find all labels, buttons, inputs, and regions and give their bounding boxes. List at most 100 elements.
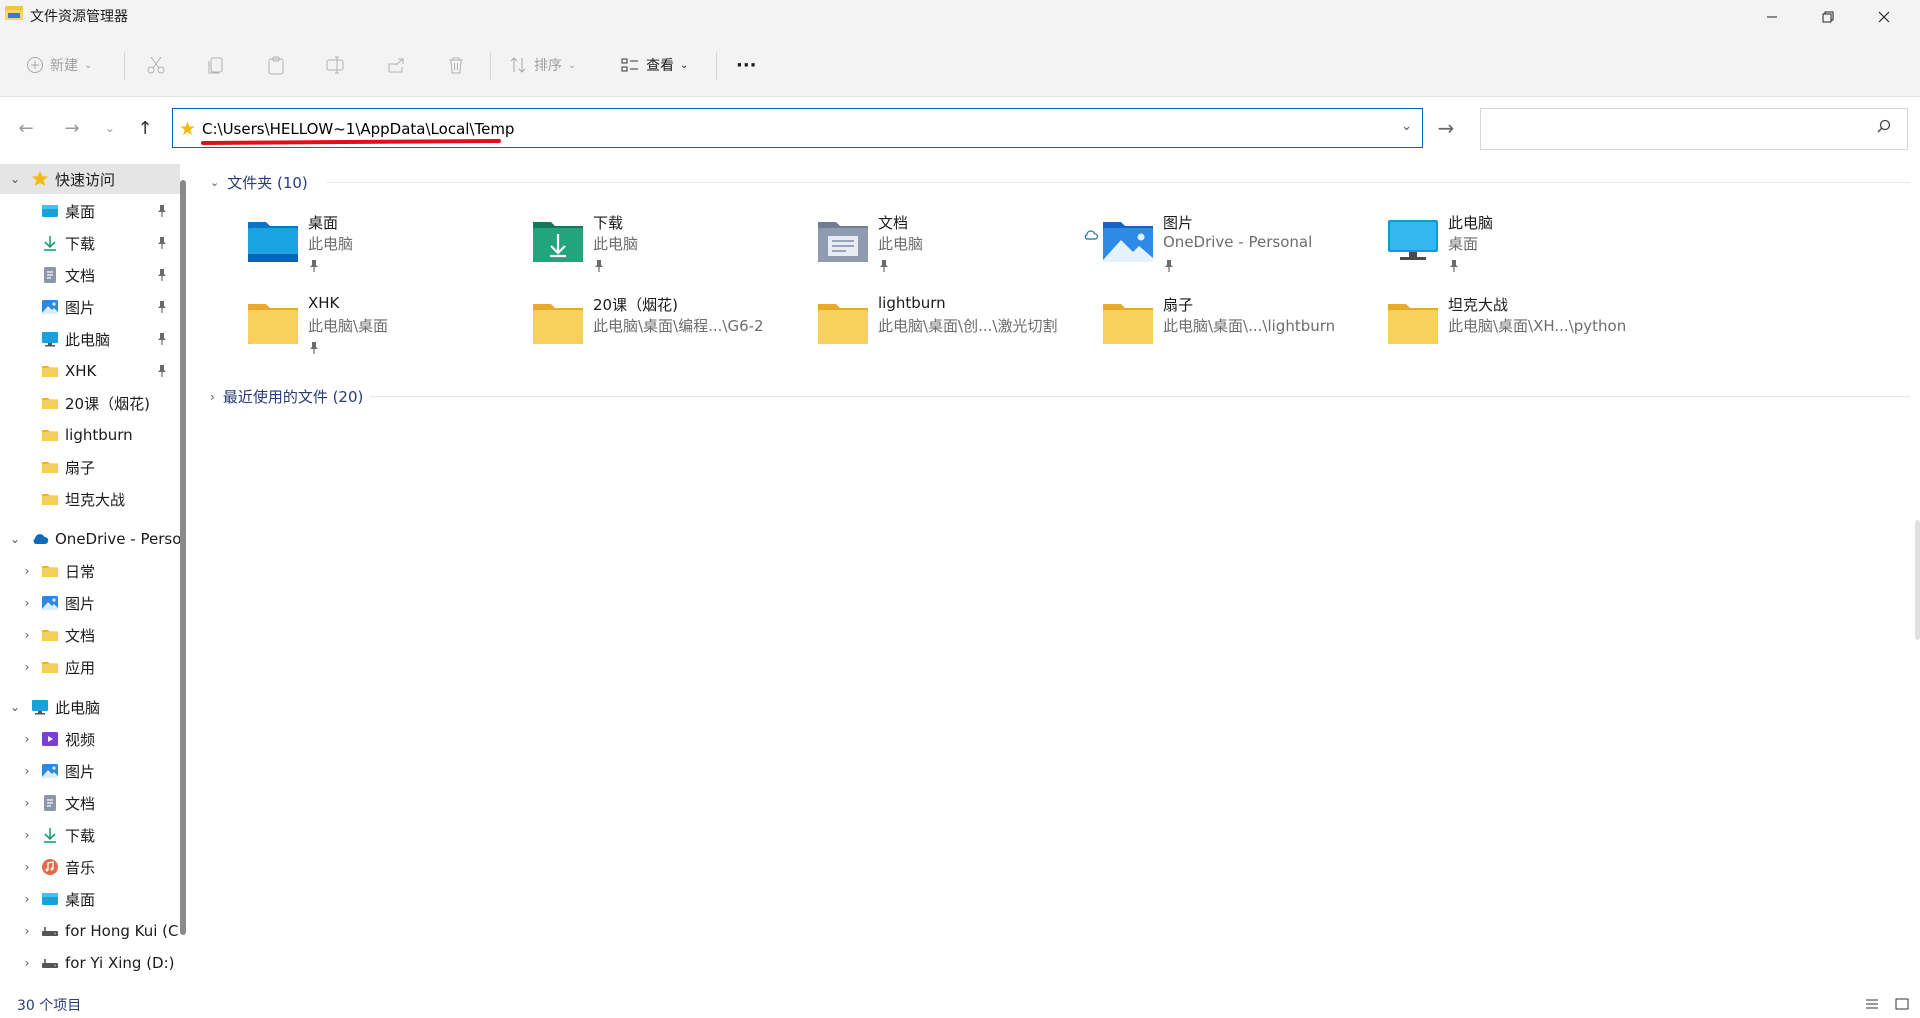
sidebar-item-this-pc[interactable]: › 桌面 [0,884,180,914]
folder-tile[interactable]: XHK 此电脑\桌面 [246,294,526,364]
minimize-button[interactable] [1744,0,1800,34]
back-button[interactable]: ← [12,114,40,142]
group-divider [326,182,1910,183]
sidebar-item-quick-access[interactable]: XHK [0,356,180,386]
minimize-icon [1767,16,1777,18]
sidebar-scrollbar[interactable] [180,180,186,935]
sidebar-item-label: 音乐 [65,858,96,877]
search-input[interactable] [1480,108,1908,150]
more-icon: ··· [736,54,757,76]
panel-edge-handle[interactable] [1915,520,1920,640]
view-label: 查看 [646,58,674,74]
folder-tile[interactable]: 下载 此电脑 [531,212,811,282]
sidebar-item-quick-access[interactable]: 文档 [0,260,180,290]
tiles-view-icon[interactable] [1894,996,1910,1012]
sidebar-section-onedrive[interactable]: ⌄ OneDrive - Personal [0,524,180,554]
sidebar-item-this-pc[interactable]: › 视频 [0,724,180,754]
address-bar[interactable]: ★ C:\Users\HELLOW~1\AppData\Local\Temp ⌄ [172,108,1423,148]
folder-tile[interactable]: 此电脑 桌面 [1386,212,1666,282]
restore-button[interactable] [1800,0,1856,34]
sidebar-item-this-pc[interactable]: › 音乐 [0,852,180,882]
folder-name: 图片 [1163,214,1194,232]
sidebar-item-quick-access[interactable]: 扇子 [0,452,180,482]
recent-locations-button[interactable]: ⌄ [96,114,124,142]
share-icon [388,58,404,73]
pictures-icon [40,593,60,613]
folder-icon [40,625,60,645]
folder-location: 桌面 [1448,235,1479,253]
chevron-right-icon[interactable]: › [20,828,34,842]
computer-icon [40,329,60,349]
folder-tile[interactable]: 20课（烟花) 此电脑\桌面\编程...\G6-2 [531,294,811,364]
sidebar-item-quick-access[interactable]: 桌面 [0,196,180,226]
chevron-right-icon[interactable]: › [20,924,34,938]
details-view-icon[interactable] [1864,996,1880,1012]
chevron-right-icon[interactable]: › [20,764,34,778]
chevron-right-icon[interactable]: › [20,660,34,674]
sidebar-item-quick-access[interactable]: 此电脑 [0,324,180,354]
chevron-right-icon[interactable]: › [20,796,34,810]
copy-button[interactable] [206,34,226,96]
close-button[interactable] [1856,0,1912,34]
chevron-down-icon[interactable]: ⌄ [8,700,22,714]
chevron-right-icon[interactable]: › [20,732,34,746]
more-options-button[interactable]: ··· [736,34,757,96]
sidebar-item-onedrive[interactable]: › 图片 [0,588,180,618]
view-button[interactable]: 查看 ⌄ [620,34,688,96]
sidebar-item-quick-access[interactable]: 坦克大战 [0,484,180,514]
chevron-right-icon[interactable]: › [20,596,34,610]
arrow-right-icon: → [64,117,80,139]
sidebar-section-quick-access[interactable]: ⌄ 快速访问 [0,164,180,194]
sidebar-item-onedrive[interactable]: › 日常 [0,556,180,586]
navigation-pane: ⌄ 快速访问桌面下载 文档 图片 此电脑 XHK 20课（烟花) lightburn 扇子 坦克大… [0,160,190,990]
folder-tile[interactable]: 桌面 此电脑 [246,212,526,282]
sidebar-item-quick-access[interactable]: 20课（烟花) [0,388,180,418]
pin-icon [156,204,168,218]
paste-button[interactable] [266,34,286,96]
folder-icon [246,298,300,346]
folder-tile[interactable]: 扇子 此电脑\桌面\...\lightburn [1101,294,1381,364]
forward-button[interactable]: → [58,114,86,142]
folder-tile[interactable]: 坦克大战 此电脑\桌面\XH...\python [1386,294,1666,364]
chevron-down-icon[interactable]: ⌄ [1401,119,1412,134]
folders-group-header[interactable]: ⌄ 文件夹 (10) [210,172,308,193]
address-path[interactable]: C:\Users\HELLOW~1\AppData\Local\Temp [202,120,514,138]
pin-icon [156,364,168,378]
sort-button[interactable]: 排序 ⌄ [508,34,576,96]
chevron-right-icon[interactable]: › [20,628,34,642]
sidebar-item-this-pc[interactable]: › for Yi Xing (D:) [0,948,180,978]
cut-button[interactable] [146,34,166,96]
folder-tile[interactable]: lightburn 此电脑\桌面\创...\激光切割 [816,294,1096,364]
chevron-right-icon[interactable]: › [20,892,34,906]
sidebar-item-label: 桌面 [65,202,96,221]
chevron-down-icon[interactable]: ⌄ [8,532,22,546]
toolbar-divider [490,52,491,80]
sidebar-item-this-pc[interactable]: › 下载 [0,820,180,850]
sidebar-item-onedrive[interactable]: › 应用 [0,652,180,682]
chevron-down-icon[interactable]: ⌄ [8,172,22,186]
sidebar-item-this-pc[interactable]: › 文档 [0,788,180,818]
delete-button[interactable] [446,34,466,96]
sidebar-item-quick-access[interactable]: 下载 [0,228,180,258]
up-button[interactable]: ↑ [131,114,159,142]
paste-icon [268,56,284,75]
new-button[interactable]: 新建 ⌄ [26,34,92,96]
sidebar-item-this-pc[interactable]: › for Hong Kui (C:) [0,916,180,946]
folder-icon [40,457,60,477]
sidebar-item-onedrive[interactable]: › 文档 [0,620,180,650]
recent-files-group-header[interactable]: › 最近使用的文件 (20) [210,386,363,407]
chevron-down-icon: ⌄ [104,121,116,135]
sidebar-section-this-pc[interactable]: ⌄ 此电脑 [0,692,180,722]
share-button[interactable] [386,34,406,96]
folder-tile[interactable]: 图片 OneDrive - Personal [1084,212,1381,282]
chevron-right-icon[interactable]: › [20,860,34,874]
chevron-right-icon[interactable]: › [20,564,34,578]
go-button[interactable]: → [1428,110,1464,146]
sidebar-item-this-pc[interactable]: › 图片 [0,756,180,786]
rename-button[interactable] [325,34,345,96]
folder-location: 此电脑\桌面\...\lightburn [1163,317,1336,335]
chevron-right-icon[interactable]: › [20,956,34,970]
sidebar-item-quick-access[interactable]: lightburn [0,420,180,450]
folder-tile[interactable]: 文档 此电脑 [816,212,1096,282]
sidebar-item-quick-access[interactable]: 图片 [0,292,180,322]
